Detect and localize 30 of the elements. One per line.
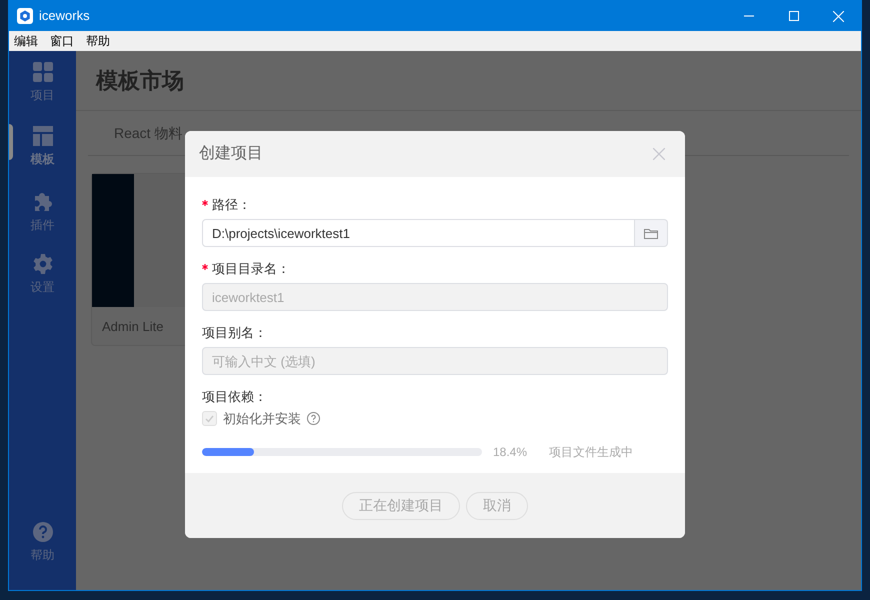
folder-button[interactable] (635, 219, 668, 247)
dialog-title: 创建项目 (199, 144, 263, 164)
field-label: 项目依赖： (202, 388, 268, 406)
gear-icon (32, 254, 52, 274)
template-name: Admin Lite (102, 318, 164, 336)
window-title: iceworks (39, 7, 90, 26)
input-field[interactable]: D:\projects\iceworktest1 (202, 219, 635, 247)
help-icon[interactable] (307, 412, 320, 426)
checkbox-label: 初始化并安装 (223, 410, 301, 428)
menu-item[interactable]: 编辑 (14, 32, 38, 50)
page-title: 模板市场 (96, 67, 184, 95)
maximize-icon (788, 11, 798, 21)
sidebar-item[interactable]: 项目 (9, 62, 76, 126)
help-icon[interactable] (32, 522, 52, 542)
progress-percent: 18.4% (493, 444, 528, 460)
grid-icon (32, 62, 52, 82)
sidebar-item[interactable]: 设置 (9, 254, 76, 318)
app-logo-icon (17, 8, 33, 24)
menu-item[interactable]: 帮助 (86, 32, 110, 50)
folder-icon (644, 228, 658, 238)
checkmark-icon (205, 414, 214, 423)
sidebar-item[interactable]: 插件 (9, 190, 76, 254)
menu-item[interactable]: 窗口 (50, 32, 74, 50)
help-label[interactable]: 帮助 (30, 546, 54, 564)
close-icon (833, 10, 844, 22)
progress-status: 项目文件生成中 (549, 444, 634, 460)
sidebar-item[interactable]: 模板 (9, 126, 76, 190)
layout-icon (32, 126, 52, 146)
field-label: 路径： (212, 196, 251, 214)
tab[interactable]: React 物料 (114, 122, 182, 144)
